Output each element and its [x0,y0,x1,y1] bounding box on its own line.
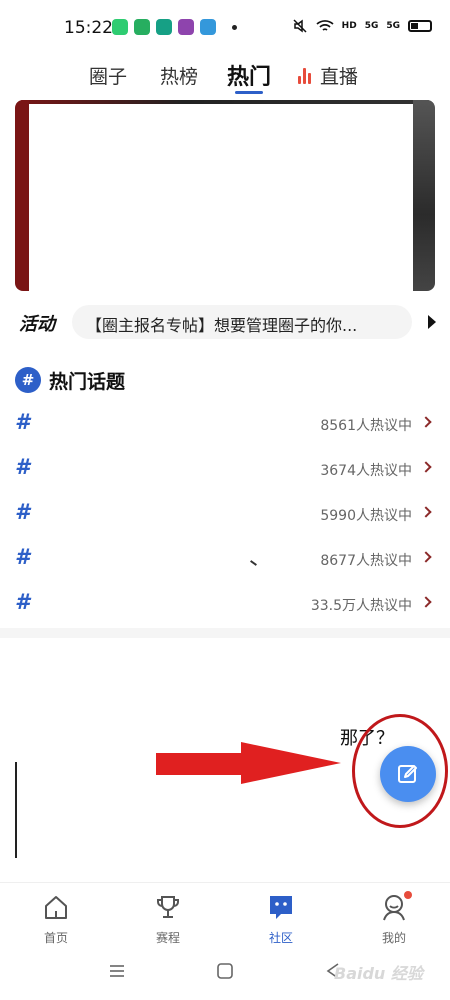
topic-row[interactable]: # 3674人热议中 [0,446,450,490]
wifi-icon [316,20,334,31]
trophy-icon [157,896,179,918]
activity-announcement[interactable]: 【圈主报名专帖】想要管理圈子的你... [72,305,412,339]
home-button-icon[interactable] [216,962,234,980]
topic-count: 33.5万人热议中 [310,598,412,614]
nav-label-schedule: 赛程 [155,931,180,945]
community-icon [270,896,292,919]
mute-icon [293,19,307,33]
nav-item-profile[interactable]: 我的 [354,889,434,945]
signal-5g-1: 5G [364,20,379,31]
nav-item-community[interactable]: 社区 [241,889,321,945]
app-notification-icon [134,19,150,35]
nav-label-community: 社区 [268,931,293,945]
banner-carousel[interactable] [15,100,435,291]
tab-live[interactable]: 直播 [320,62,358,89]
more-notifications-dot [232,24,237,30]
top-tabs: 圈子 热榜 热门 直播 [0,58,450,98]
live-bars-icon [298,66,314,84]
topic-count: 5990人热议中 [320,508,412,524]
topic-count: 8561人热议中 [320,418,412,434]
active-tab-indicator [235,91,263,94]
topic-row[interactable]: # 8677人热议中 [0,536,450,580]
notification-badge [404,891,412,899]
annotation-circle [352,714,448,828]
app-notification-icon [200,19,216,35]
bottom-nav: 首页 赛程 社区 我的 [0,882,450,946]
tab-circle[interactable]: 圈子 [89,62,127,89]
hot-topics-title: 热门话题 [49,371,126,393]
tab-popular[interactable]: 热门 [227,59,271,91]
topic-hash: # [15,590,30,614]
nav-label-profile: 我的 [381,931,406,945]
topic-count: 8677人热议中 [320,553,412,569]
topic-hash: # [15,455,30,479]
topic-count: 3674人热议中 [320,463,412,479]
hd-label: HD [341,20,357,31]
content-edge-line [15,762,17,858]
banner-left-edge [15,100,29,291]
status-bar: 15:22 HD 5G 5G [0,0,450,56]
notification-icons [112,19,237,35]
chevron-right-icon [420,551,432,563]
banner-edge [15,100,435,104]
chevron-right-icon [420,596,432,608]
chevron-right-icon [420,416,432,428]
topic-hash: # [15,545,30,569]
chevron-right-icon [420,506,432,518]
banner-right-edge [413,100,435,291]
signal-5g-2: 5G [386,20,400,31]
home-icon [45,896,67,919]
nav-label-home: 首页 [43,931,68,945]
app-notification-icon [156,19,172,35]
topic-hash: # [15,500,30,524]
activity-label: 活动 [19,314,55,335]
tab-hot-list[interactable]: 热榜 [160,62,198,89]
topic-hash: # [15,410,30,434]
topic-row[interactable]: # 33.5万人热议中 [0,581,450,625]
watermark: Baidu 经验 [334,964,423,983]
activity-more-arrow-icon[interactable] [428,315,436,329]
chevron-right-icon [420,461,432,473]
activity-row: 活动 【圈主报名专帖】想要管理圈子的你... [0,305,450,339]
nav-item-home[interactable]: 首页 [16,889,96,945]
status-right: HD 5G 5G [292,18,432,34]
menu-icon[interactable] [108,962,126,980]
section-divider [0,628,450,638]
battery-icon [408,20,432,32]
app-notification-icon [178,19,194,35]
hashtag-icon: # [15,367,41,393]
nav-item-schedule[interactable]: 赛程 [128,889,208,945]
annotation-arrow [156,742,341,784]
app-notification-icon [112,19,128,35]
topic-row[interactable]: # 8561人热议中 [0,401,450,445]
topic-row[interactable]: # 5990人热议中 [0,491,450,535]
status-time: 15:22 [64,18,113,38]
activity-text: 【圈主报名专帖】想要管理圈子的你... [86,316,358,335]
